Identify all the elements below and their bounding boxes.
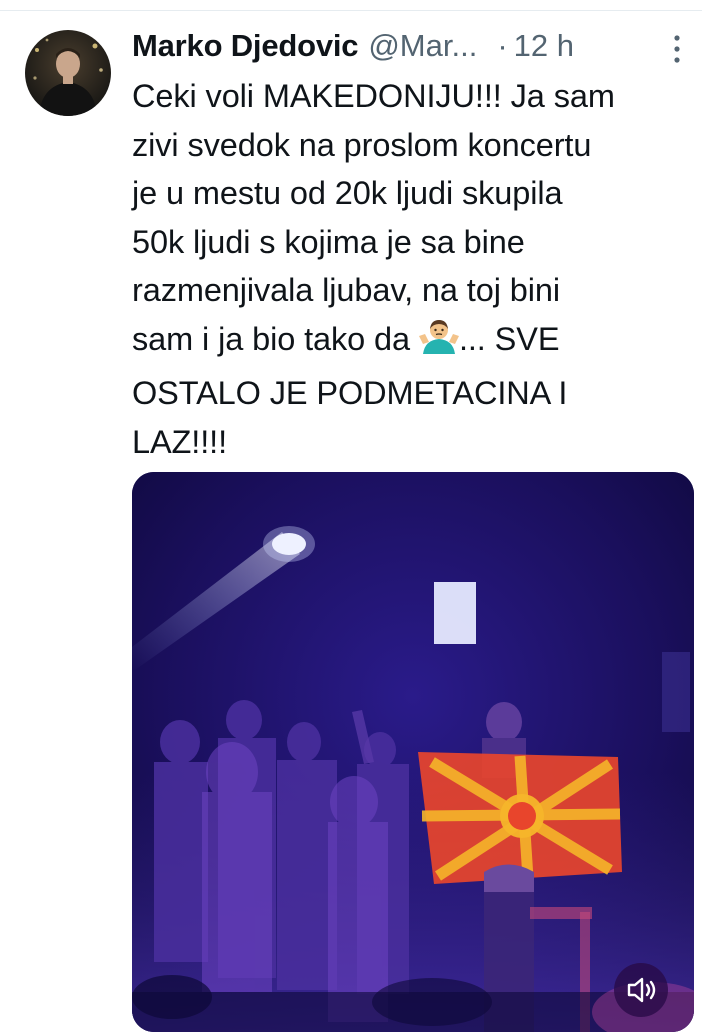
- author-name[interactable]: Marko Djedovic: [132, 28, 359, 64]
- separator-dot: ·: [497, 28, 508, 63]
- timestamp[interactable]: 12 h: [514, 28, 574, 64]
- tweet-text-part-1: Ceki voli MAKEDONIJU!!! Ja sam zivi sved…: [132, 78, 615, 357]
- avatar-photo: [33, 38, 103, 116]
- tweet-header: Marko Djedovic @Mar... · 12 h: [132, 24, 574, 68]
- concert-video-thumbnail: [132, 472, 694, 1032]
- speaker-muted-icon: [627, 977, 656, 1003]
- more-options-icon[interactable]: [665, 32, 689, 66]
- tweet-text: Ceki voli MAKEDONIJU!!! Ja sam zivi sved…: [132, 72, 692, 466]
- avatar[interactable]: [25, 30, 111, 116]
- tweet[interactable]: Marko Djedovic @Mar... · 12 h Ceki voli …: [0, 0, 702, 1032]
- author-handle[interactable]: @Mar...: [368, 28, 477, 64]
- volume-button[interactable]: [614, 963, 668, 1017]
- video-media[interactable]: [132, 472, 694, 1032]
- man-shrugging-emoji: [418, 318, 459, 370]
- flag-graphic: [418, 752, 622, 884]
